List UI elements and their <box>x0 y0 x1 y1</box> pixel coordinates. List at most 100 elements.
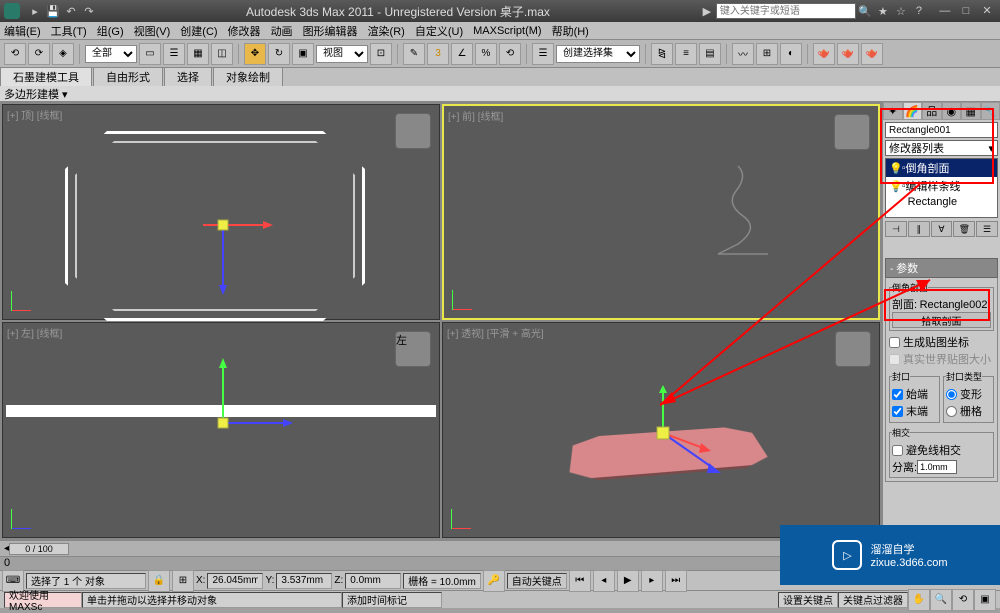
use-center-icon[interactable]: ⊡ <box>370 43 392 65</box>
lock-selection-icon[interactable]: 🔒 <box>148 570 170 592</box>
pick-profile-button[interactable]: 拾取剖面 <box>892 312 991 328</box>
help-icon[interactable]: ? <box>912 4 926 18</box>
stack-item-bevelprofile[interactable]: 💡▫ 倒角剖面 <box>886 159 997 177</box>
time-tag[interactable]: 添加时间标记 <box>342 592 442 608</box>
menu-tools[interactable]: 工具(T) <box>51 23 87 39</box>
move-icon[interactable]: ✥ <box>244 43 266 65</box>
stack-item-editspline[interactable]: 💡▫ 编辑样条线 <box>886 177 997 195</box>
angle-snap-icon[interactable]: ∠ <box>451 43 473 65</box>
scale-icon[interactable]: ▣ <box>292 43 314 65</box>
viewport-front[interactable]: [+] 前] [线框] <box>442 104 880 320</box>
menu-animation[interactable]: 动画 <box>271 23 293 39</box>
object-name-input[interactable]: Rectangle001 <box>885 122 998 138</box>
autokey-button[interactable]: 自动关键点 <box>507 573 567 589</box>
close-button[interactable]: ✕ <box>980 4 994 18</box>
comm-icon[interactable]: ☆ <box>894 4 908 18</box>
qat-save-icon[interactable]: 💾 <box>46 4 60 18</box>
viewport-top-label[interactable]: [+] 顶] [线框] <box>7 107 62 122</box>
tab-utilities-icon[interactable]: 🔧 <box>981 102 1000 120</box>
pin-stack-button[interactable]: ⊣ <box>885 221 907 237</box>
tab-selection[interactable]: 选择 <box>164 67 212 86</box>
x-coord-input[interactable] <box>207 573 263 589</box>
percent-snap-icon[interactable]: % <box>475 43 497 65</box>
menu-edit[interactable]: 编辑(E) <box>4 23 41 39</box>
play-icon[interactable]: ▶ <box>617 570 639 592</box>
tab-objectpaint[interactable]: 对象绘制 <box>213 67 283 86</box>
viewcube-top[interactable] <box>395 113 431 149</box>
layers-icon[interactable]: ▤ <box>699 43 721 65</box>
render-icon[interactable]: 🫖 <box>861 43 883 65</box>
remove-mod-button[interactable]: 🗑 <box>953 221 975 237</box>
menu-grapheditors[interactable]: 图形编辑器 <box>303 23 358 39</box>
configure-button[interactable]: ☰ <box>976 221 998 237</box>
gen-map-checkbox[interactable] <box>889 337 900 348</box>
menu-view[interactable]: 视图(V) <box>134 23 171 39</box>
viewcube-persp[interactable] <box>835 331 871 367</box>
z-coord-input[interactable] <box>345 573 401 589</box>
render-setup-icon[interactable]: 🫖 <box>813 43 835 65</box>
viewport-persp-label[interactable]: [+] 透视] [平滑 + 高光] <box>447 325 544 340</box>
ref-coord-combo[interactable]: 视图 <box>316 45 368 63</box>
viewport-front-label[interactable]: [+] 前] [线框] <box>448 108 503 123</box>
ribbon-subtab[interactable]: 多边形建模 ▾ <box>0 86 1000 102</box>
tab-graphite[interactable]: 石墨建模工具 <box>0 67 92 86</box>
render-frame-icon[interactable]: 🫖 <box>837 43 859 65</box>
bind-icon[interactable]: ◈ <box>52 43 74 65</box>
keyfilter-button[interactable]: 关键点过滤器 <box>838 592 908 608</box>
snap-icon[interactable]: 3 <box>427 43 449 65</box>
modifier-stack[interactable]: 💡▫ 倒角剖面 💡▫ 编辑样条线 Rectangle <box>885 158 998 218</box>
named-selset-combo[interactable]: 创建选择集 <box>556 45 640 63</box>
time-slider-knob[interactable]: 0 / 100 <box>9 543 69 555</box>
help-search-icon[interactable]: 🔍 <box>858 4 872 18</box>
qat-undo-icon[interactable]: ↶ <box>64 4 78 18</box>
menu-create[interactable]: 创建(C) <box>180 23 217 39</box>
rotate-icon[interactable]: ↻ <box>268 43 290 65</box>
manipulate-icon[interactable]: ✎ <box>403 43 425 65</box>
qat-open-icon[interactable]: ▸ <box>28 4 42 18</box>
nav-pan-icon[interactable]: ✋ <box>908 589 930 611</box>
persp-gizmo[interactable] <box>643 393 943 543</box>
info-icon[interactable]: ★ <box>876 4 890 18</box>
schematic-icon[interactable]: ⊞ <box>756 43 778 65</box>
unlink-icon[interactable]: ⟳ <box>28 43 50 65</box>
menu-customize[interactable]: 自定义(U) <box>415 23 463 39</box>
menu-group[interactable]: 组(G) <box>97 23 124 39</box>
spinner-snap-icon[interactable]: ⟲ <box>499 43 521 65</box>
cap-morph-radio[interactable] <box>946 389 957 400</box>
viewport-left-label[interactable]: [+] 左] [线框] <box>7 325 62 340</box>
goto-start-icon[interactable]: ⏮ <box>569 570 591 592</box>
mirror-icon[interactable]: ⧎ <box>651 43 673 65</box>
named-sel-icon[interactable]: ☰ <box>532 43 554 65</box>
prev-frame-icon[interactable]: ◂ <box>593 570 615 592</box>
qat-redo-icon[interactable]: ↷ <box>82 4 96 18</box>
select-link-icon[interactable]: ⟲ <box>4 43 26 65</box>
cap-grid-radio[interactable] <box>946 406 957 417</box>
setkey-button[interactable]: 设置关键点 <box>778 592 838 608</box>
y-coord-input[interactable] <box>276 573 332 589</box>
rollout-params-header[interactable]: - 参数 <box>885 258 998 278</box>
viewport-top[interactable]: [+] 顶] [线框] <box>2 104 440 320</box>
tab-motion-icon[interactable]: ◉ <box>942 102 962 120</box>
key-icon[interactable]: 🔑 <box>483 570 505 592</box>
tab-modify-icon[interactable]: 🌈 <box>903 102 923 120</box>
align-icon[interactable]: ≡ <box>675 43 697 65</box>
next-frame-icon[interactable]: ▸ <box>641 570 663 592</box>
tab-freeform[interactable]: 自由形式 <box>93 67 163 86</box>
goto-end-icon[interactable]: ⏭ <box>665 570 687 592</box>
window-crossing-icon[interactable]: ◫ <box>211 43 233 65</box>
viewport-left[interactable]: [+] 左] [线框] 左 <box>2 322 440 538</box>
minimize-button[interactable]: — <box>938 4 952 18</box>
arrow-icon[interactable]: ▶ <box>700 4 714 18</box>
modifier-list-combo[interactable]: 修改器列表▾ <box>885 140 998 156</box>
help-search-input[interactable] <box>716 3 856 19</box>
nav-zoom-icon[interactable]: 🔍 <box>930 589 952 611</box>
stack-item-rectangle[interactable]: Rectangle <box>886 195 997 209</box>
show-end-button[interactable]: ∥ <box>908 221 930 237</box>
curve-editor-icon[interactable]: 〰 <box>732 43 754 65</box>
select-name-icon[interactable]: ☰ <box>163 43 185 65</box>
select-object-icon[interactable]: ▭ <box>139 43 161 65</box>
menu-rendering[interactable]: 渲染(R) <box>368 23 405 39</box>
rect-region-icon[interactable]: ▦ <box>187 43 209 65</box>
selection-filter-combo[interactable]: 全部 <box>85 45 137 63</box>
menu-maxscript[interactable]: MAXScript(M) <box>473 25 541 37</box>
